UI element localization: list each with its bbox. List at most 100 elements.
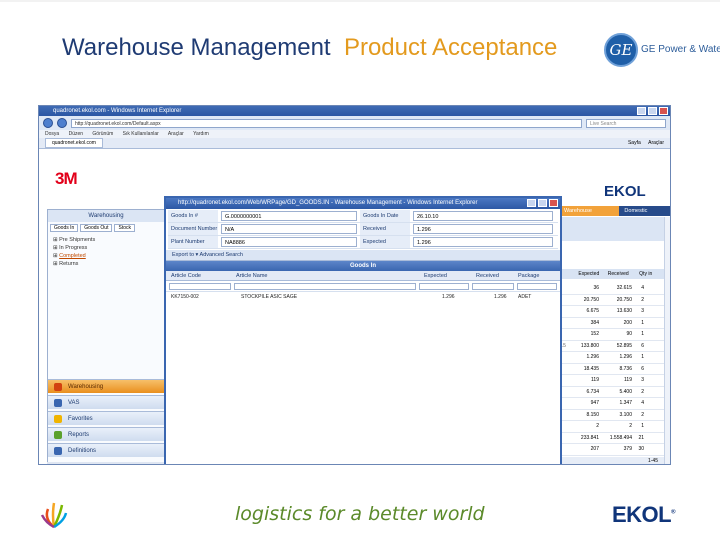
cell-expected: 2 xyxy=(596,423,599,429)
tree-item-completed[interactable]: ⊞ Completed xyxy=(53,252,159,260)
col-package[interactable]: Package xyxy=(518,271,539,281)
table-row[interactable]: 1.296 1.296 1 xyxy=(559,352,664,364)
goods-in-number-field[interactable]: G.0000000001 xyxy=(221,211,357,221)
filter-article-name[interactable] xyxy=(234,283,416,290)
accordion-vas[interactable]: VAS xyxy=(48,395,164,409)
menu-item[interactable]: Görünüm xyxy=(92,131,113,137)
maximize-button[interactable] xyxy=(648,107,657,115)
cell-received: 1.296 xyxy=(619,354,632,360)
search-input[interactable]: Live Search xyxy=(586,118,666,128)
menu-item[interactable]: Yardım xyxy=(193,131,209,137)
left-panel-tree: ⊞ Pre Shipments ⊞ In Progress ⊞ Complete… xyxy=(48,234,164,270)
left-panel-tabs: Goods In Goods Out Stock xyxy=(48,222,164,234)
tree-item-returns[interactable]: ⊞ Returns xyxy=(53,260,159,268)
popup-title-bar: http://quadronet.ekol.com/Web/WRPage/GD_… xyxy=(166,198,560,209)
tab-goods-in[interactable]: Goods In xyxy=(50,224,79,232)
back-button[interactable] xyxy=(43,118,53,128)
table-row[interactable]: 20.750 20.750 2 xyxy=(559,295,664,306)
popup-toolbar[interactable]: Export to ▾ Advanced Search xyxy=(166,250,560,261)
table-row[interactable]: 8.150 3.100 2 xyxy=(559,410,664,421)
footer-ekol-logo: EKOL® xyxy=(612,502,676,527)
popup-grid-title: Goods In xyxy=(166,261,560,271)
filter-received[interactable] xyxy=(472,283,514,290)
tree-item-pre-shipments[interactable]: ⊞ Pre Shipments xyxy=(53,236,159,244)
warehouse-icon xyxy=(54,383,62,391)
address-input[interactable]: http://quadronet.ekol.com/Default.aspx xyxy=(71,118,582,128)
table-row[interactable]: 2.5 133.800 52.895 6 xyxy=(559,341,664,352)
tools-menu-button[interactable]: Araçlar xyxy=(648,140,664,146)
cell-qty: 3 xyxy=(641,308,644,314)
accordion-warehousing[interactable]: Warehousing xyxy=(48,379,164,393)
table-row[interactable]: 233.841 1.558.494 21 xyxy=(559,433,664,444)
left-panel-scrollbar[interactable] xyxy=(47,462,165,464)
col-received[interactable]: Received xyxy=(476,271,499,281)
col-expected[interactable]: Expected xyxy=(424,271,447,281)
cell-expected: 36 xyxy=(593,285,599,291)
tab-domestic-distribution[interactable]: Domestic Distribution xyxy=(619,206,670,224)
goods-in-date-field[interactable]: 26.10.10 xyxy=(413,211,553,221)
slide-title: Warehouse Management Product Acceptance xyxy=(62,34,557,62)
col-article-name[interactable]: Article Name xyxy=(236,271,267,281)
cell-article-name: STOCKPILE ASIC SAGE xyxy=(241,294,298,300)
ge-brand-text: GE Power & Water xyxy=(641,44,720,55)
filter-article-code[interactable] xyxy=(169,283,231,290)
table-row[interactable]: 947 1.347 4 xyxy=(559,398,664,410)
table-row[interactable]: 6.734 5.400 2 xyxy=(559,387,664,398)
menu-item[interactable]: Araçlar xyxy=(168,131,184,137)
table-row[interactable]: 36 32.615 4 xyxy=(559,283,664,295)
cell-received: 3.100 xyxy=(619,411,632,418)
cell-received: 52.895 xyxy=(616,342,632,349)
expected-field[interactable]: 1.296 xyxy=(413,237,553,247)
popup-minimize-button[interactable] xyxy=(527,199,536,207)
plant-number-field[interactable]: NA8886 xyxy=(221,237,357,247)
table-row[interactable]: 152 90 1 xyxy=(559,329,664,341)
forward-button[interactable] xyxy=(57,118,67,128)
app-content: 3M EKOL Warehousing Goods In Goods Out S… xyxy=(39,149,670,464)
col-qty[interactable]: Qty in xyxy=(639,269,659,279)
table-row[interactable]: 6.675 13.630 3 xyxy=(559,306,664,318)
close-button[interactable] xyxy=(659,107,668,115)
col-article-code[interactable]: Article Code xyxy=(171,271,201,281)
left-panel-header: Warehousing xyxy=(48,210,164,222)
table-row[interactable]: 18.435 8.736 6 xyxy=(559,364,664,375)
accordion-reports[interactable]: Reports xyxy=(48,427,164,441)
col-received[interactable]: Received xyxy=(608,269,638,279)
table-row[interactable]: 119 119 3 xyxy=(559,375,664,387)
browser-tab[interactable]: quadronet.ekol.com xyxy=(45,138,103,148)
tab-stock[interactable]: Stock xyxy=(114,224,135,232)
cell-received: 1.296 xyxy=(494,294,507,300)
cell-received: 32.615 xyxy=(616,285,632,291)
tab-goods-out[interactable]: Goods Out xyxy=(80,224,113,232)
cell-qty: 1 xyxy=(641,354,644,360)
col-expected[interactable]: Expected xyxy=(578,269,606,279)
popup-maximize-button[interactable] xyxy=(538,199,547,207)
table-row[interactable]: 384 200 1 xyxy=(559,318,664,329)
browser-window: quadronet.ekol.com - Windows Internet Ex… xyxy=(38,105,671,465)
page-menu-button[interactable]: Sayfa xyxy=(628,140,641,146)
goods-in-date-label: Goods In Date xyxy=(360,210,410,222)
grid-filter-band xyxy=(559,217,664,241)
minimize-button[interactable] xyxy=(637,107,646,115)
menu-item[interactable]: Sık Kullanılanlar xyxy=(123,131,159,137)
menu-item[interactable]: Düzen xyxy=(69,131,83,137)
tab-warehouse-management[interactable]: Warehouse Management xyxy=(559,206,620,224)
accordion-definitions[interactable]: Definitions xyxy=(48,443,164,457)
tree-item-in-progress[interactable]: ⊞ In Progress xyxy=(53,244,159,252)
expected-label: Expected xyxy=(360,236,410,248)
browser-tools: Sayfa Araçlar xyxy=(622,138,664,149)
cell-qty: 4 xyxy=(641,400,644,406)
popup-close-button[interactable] xyxy=(549,199,558,207)
document-number-field[interactable]: N/A xyxy=(221,224,357,234)
table-row[interactable]: 207 379 30 xyxy=(559,444,664,456)
accordion-favorites[interactable]: Favorites xyxy=(48,411,164,425)
popup-filter-row xyxy=(166,281,560,292)
cell-received: 90 xyxy=(626,331,632,337)
menu-item[interactable]: Dosya xyxy=(45,131,59,137)
filter-expected[interactable] xyxy=(419,283,469,290)
table-row[interactable]: 2 2 1 xyxy=(559,421,664,433)
filter-package[interactable] xyxy=(517,283,557,290)
definitions-icon xyxy=(54,447,62,455)
received-field[interactable]: 1.296 xyxy=(413,224,553,234)
table-row[interactable]: KK7150-002 STOCKPILE ASIC SAGE 1.296 1.2… xyxy=(166,292,560,302)
grid-scrollbar[interactable] xyxy=(664,217,670,464)
